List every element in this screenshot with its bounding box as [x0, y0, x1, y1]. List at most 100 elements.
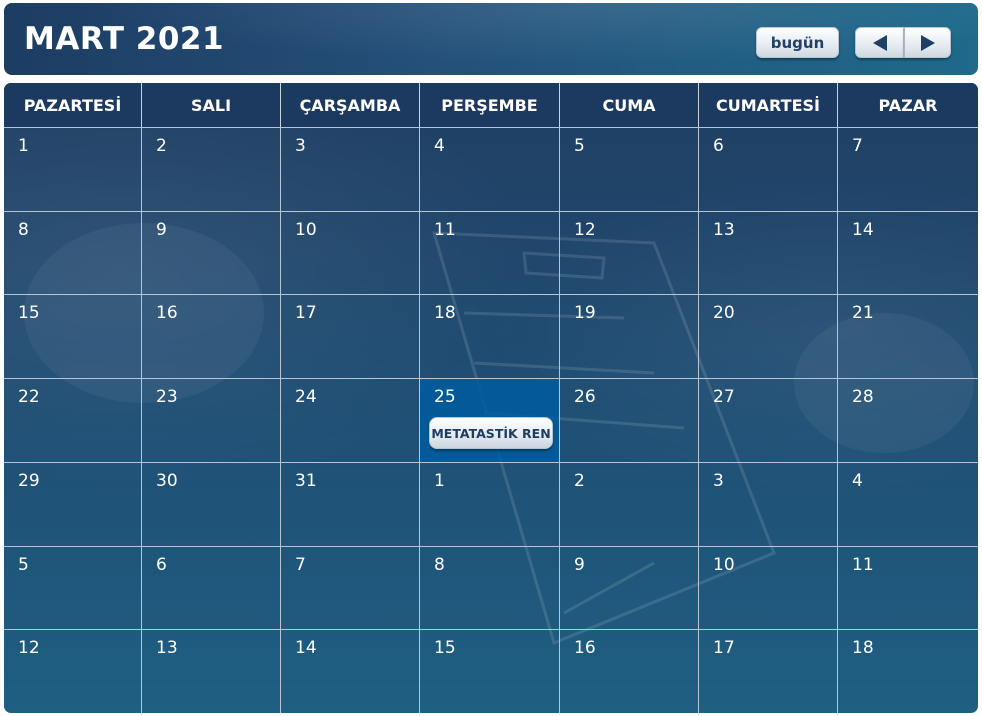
weekday-friday: CUMA: [560, 83, 699, 127]
today-button[interactable]: bugün: [756, 27, 839, 58]
next-month-button[interactable]: [904, 27, 951, 58]
day-number: 27: [713, 387, 735, 408]
day-number: 20: [713, 303, 735, 324]
day-cell[interactable]: 18: [838, 629, 978, 713]
weekday-sunday: PAZAR: [878, 95, 938, 115]
day-number: 3: [713, 470, 724, 491]
day-cell[interactable]: 19: [560, 294, 699, 379]
day-cell[interactable]: 10: [281, 210, 420, 295]
day-number: 2: [574, 470, 585, 491]
day-number: 1: [434, 470, 445, 491]
day-cell[interactable]: 16: [560, 629, 699, 713]
day-cell[interactable]: 12: [4, 629, 142, 713]
day-cell[interactable]: 7: [838, 127, 978, 211]
day-cell[interactable]: 14: [838, 210, 978, 295]
day-cell[interactable]: 24: [281, 378, 420, 462]
day-cell[interactable]: 13: [142, 629, 281, 713]
day-cell[interactable]: 9: [142, 210, 281, 295]
day-cell[interactable]: 21: [838, 294, 978, 378]
day-number: 7: [295, 554, 306, 575]
day-cell[interactable]: 15: [420, 629, 560, 713]
day-number: 11: [852, 554, 874, 575]
day-cell[interactable]: 26: [560, 378, 699, 462]
day-cell[interactable]: 30: [142, 461, 281, 546]
weekday-monday: PAZARTESİ: [4, 83, 142, 127]
prev-month-button[interactable]: [855, 27, 904, 58]
day-cell[interactable]: 29: [4, 461, 142, 546]
day-cell[interactable]: 5: [4, 545, 142, 630]
day-number: 8: [18, 219, 29, 240]
day-cell[interactable]: 14: [281, 629, 420, 713]
day-number: 13: [156, 638, 178, 659]
day-number: 1: [18, 136, 29, 156]
day-cell[interactable]: 4: [420, 127, 560, 211]
day-number: 22: [18, 387, 40, 408]
day-cell[interactable]: 11: [838, 545, 978, 630]
day-cell[interactable]: 3: [699, 461, 838, 546]
calendar-grid: PAZARTESİ SALI ÇARŞAMBA PERŞEMBE CUMA CU…: [4, 83, 978, 713]
day-number: 26: [574, 387, 596, 408]
weekday-tuesday: SALI: [142, 83, 281, 127]
day-cell[interactable]: 15: [4, 294, 142, 379]
weekday-saturday: CUMARTESİ: [699, 83, 838, 127]
day-cell[interactable]: 9: [560, 545, 699, 630]
calendar-header: MART 2021 bugün: [4, 3, 978, 75]
day-number: 9: [574, 554, 585, 575]
day-number: 4: [852, 470, 863, 491]
day-number: 25: [434, 387, 456, 408]
day-cell[interactable]: 23: [142, 378, 281, 462]
day-number: 15: [434, 638, 456, 659]
day-cell[interactable]: 2: [142, 127, 281, 211]
arrow-left-icon: [872, 34, 887, 51]
day-cell[interactable]: 6: [142, 545, 281, 630]
day-number: 19: [574, 303, 596, 324]
day-cell[interactable]: 27: [699, 378, 838, 462]
day-cell[interactable]: 13: [699, 210, 838, 295]
day-number: 18: [852, 638, 874, 659]
day-cell[interactable]: 8: [4, 210, 142, 295]
day-number: 31: [295, 470, 317, 491]
day-number: 10: [713, 554, 735, 575]
day-cell[interactable]: 18: [420, 294, 560, 379]
day-number: 9: [156, 219, 167, 240]
day-cell[interactable]: 4: [838, 461, 978, 546]
day-cell[interactable]: 22: [4, 378, 142, 462]
day-cell[interactable]: 2: [560, 461, 699, 546]
day-number: 12: [18, 638, 40, 659]
day-cell[interactable]: 8: [420, 545, 560, 630]
day-number: 4: [434, 136, 445, 156]
day-number: 17: [295, 303, 317, 324]
day-number: 30: [156, 470, 178, 491]
day-cell[interactable]: 31: [281, 461, 420, 546]
day-number: 8: [434, 554, 445, 575]
day-cell[interactable]: 1: [420, 461, 560, 546]
day-cell[interactable]: 17: [281, 294, 420, 379]
day-cell[interactable]: 20: [699, 294, 838, 379]
event-button[interactable]: METATASTİK REN: [429, 417, 553, 450]
day-cell[interactable]: 11: [420, 210, 560, 295]
days-grid: 1 2 3 4 5 6 7 8 9 10 11 12 13 14 15 16 1…: [4, 127, 978, 713]
day-number: 6: [156, 554, 167, 575]
day-number: 14: [295, 638, 317, 659]
day-cell[interactable]: 12: [560, 210, 699, 295]
day-number: 10: [295, 219, 317, 240]
day-cell[interactable]: 7: [281, 545, 420, 630]
day-cell[interactable]: 17: [699, 629, 838, 713]
day-cell[interactable]: 28: [838, 378, 978, 462]
day-number: 18: [434, 303, 456, 324]
day-cell[interactable]: 1: [4, 127, 142, 211]
day-cell[interactable]: 16: [142, 294, 281, 379]
day-cell[interactable]: 5: [560, 127, 699, 211]
day-cell-today[interactable]: 25 METATASTİK REN: [420, 378, 560, 462]
day-number: 12: [574, 219, 596, 240]
day-number: 5: [574, 136, 585, 156]
day-cell[interactable]: 10: [699, 545, 838, 630]
month-title: MART 2021: [24, 21, 225, 57]
weekday-thursday: PERŞEMBE: [420, 83, 560, 127]
day-number: 7: [852, 136, 863, 156]
arrow-right-icon: [920, 34, 935, 51]
day-cell[interactable]: 3: [281, 127, 420, 211]
day-number: 29: [18, 470, 40, 491]
day-number: 6: [713, 136, 724, 156]
day-cell[interactable]: 6: [699, 127, 838, 211]
